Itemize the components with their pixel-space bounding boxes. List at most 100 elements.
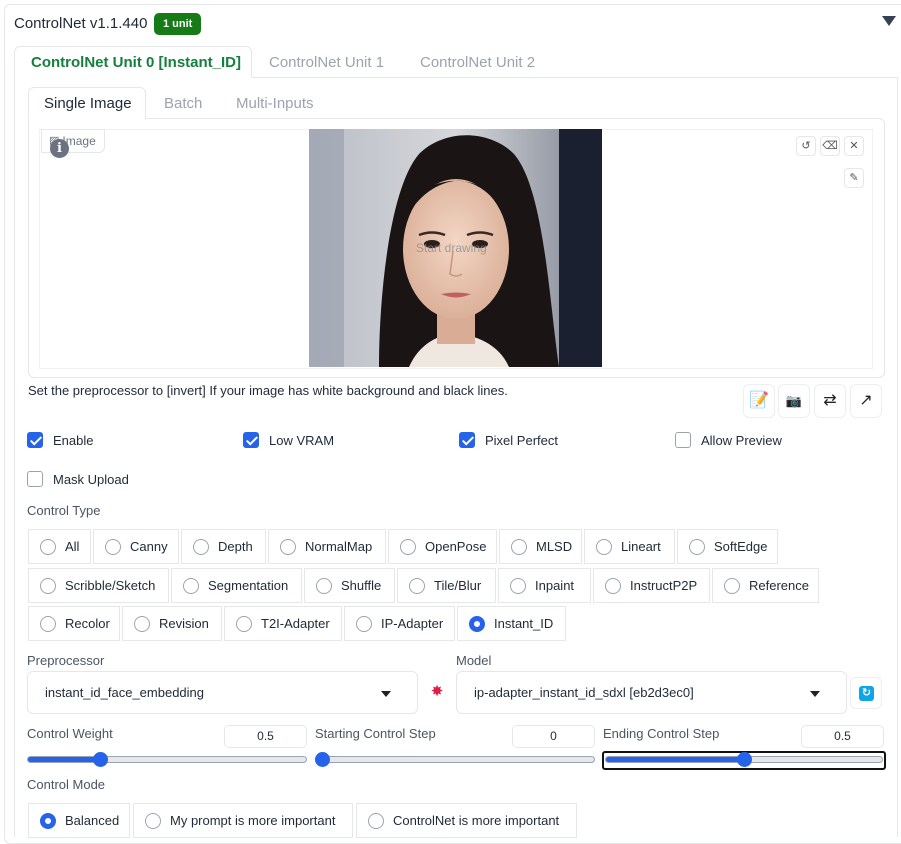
option-label: Recolor xyxy=(65,616,110,631)
preprocessor-label: Preprocessor xyxy=(27,653,105,668)
camera-icon[interactable]: 📷 xyxy=(778,384,810,418)
radio[interactable] xyxy=(40,538,56,555)
close-icon[interactable]: ✕ xyxy=(844,136,864,156)
enable-checkbox[interactable]: Enable xyxy=(27,432,93,448)
radio[interactable] xyxy=(605,577,621,594)
enable-label: Enable xyxy=(53,432,94,448)
chevron-down-icon xyxy=(381,691,391,697)
radio[interactable] xyxy=(511,538,527,555)
starting-step-input[interactable]: 0 xyxy=(512,725,595,748)
control-mode-balanced[interactable]: Balanced xyxy=(28,803,130,838)
option-label: Depth xyxy=(218,539,253,554)
control-type-tile-blur[interactable]: Tile/Blur xyxy=(397,568,496,603)
radio[interactable] xyxy=(280,538,296,555)
radio[interactable] xyxy=(689,538,705,555)
radio-selected[interactable] xyxy=(469,615,485,632)
tab-single-image-label[interactable]: Single Image xyxy=(44,95,132,112)
control-type-softedge[interactable]: SoftEdge xyxy=(677,529,778,564)
radio[interactable] xyxy=(105,538,121,555)
option-label: Inpaint xyxy=(535,578,575,593)
control-weight-thumb[interactable] xyxy=(93,752,108,767)
radio[interactable] xyxy=(193,538,209,555)
undo-icon[interactable]: ↺ xyxy=(796,136,816,156)
info-icon[interactable]: i xyxy=(50,139,69,158)
ending-step-input[interactable]: 0.5 xyxy=(801,725,884,748)
control-type-segmentation[interactable]: Segmentation xyxy=(171,568,302,603)
option-label: IP-Adapter xyxy=(381,616,444,631)
radio[interactable] xyxy=(40,615,56,632)
tab-batch[interactable]: Batch xyxy=(164,95,202,112)
slider-fill xyxy=(28,757,101,762)
radio[interactable] xyxy=(400,538,416,555)
radio[interactable] xyxy=(134,615,150,632)
low-vram-check[interactable] xyxy=(243,432,259,448)
control-type-depth[interactable]: Depth xyxy=(181,529,266,564)
control-type-recolor[interactable]: Recolor xyxy=(28,606,120,641)
control-weight-slider[interactable] xyxy=(27,756,307,763)
radio[interactable] xyxy=(724,577,740,594)
ending-step-thumb[interactable] xyxy=(737,752,752,767)
radio[interactable] xyxy=(145,812,161,829)
model-label: Model xyxy=(456,653,492,668)
control-mode-controlnet[interactable]: ControlNet is more important xyxy=(356,803,577,838)
tab-unit-2[interactable]: ControlNet Unit 2 xyxy=(420,54,535,71)
model-dropdown[interactable]: ip-adapter_instant_id_sdxl [eb2d3ec0] xyxy=(456,671,847,714)
tab-unit-1[interactable]: ControlNet Unit 1 xyxy=(269,54,384,71)
preprocessor-dropdown[interactable]: instant_id_face_embedding xyxy=(27,671,418,714)
radio[interactable] xyxy=(356,615,372,632)
enable-check[interactable] xyxy=(27,432,43,448)
radio[interactable] xyxy=(236,615,252,632)
edit-image-icon[interactable]: 📝 xyxy=(743,384,775,418)
collapse-triangle-icon[interactable] xyxy=(882,16,896,26)
control-type-ip-adapter[interactable]: IP-Adapter xyxy=(344,606,455,641)
radio[interactable] xyxy=(596,538,612,555)
send-dimensions-icon[interactable]: ↗ xyxy=(850,384,882,418)
allow-preview-check[interactable] xyxy=(675,432,691,448)
control-type-reference[interactable]: Reference xyxy=(712,568,819,603)
mask-upload-check[interactable] xyxy=(27,471,43,487)
control-type-inpaint[interactable]: Inpaint xyxy=(498,568,591,603)
radio[interactable] xyxy=(183,577,199,594)
radio[interactable] xyxy=(510,577,526,594)
starting-step-thumb[interactable] xyxy=(315,752,330,767)
control-mode-prompt[interactable]: My prompt is more important xyxy=(133,803,353,838)
allow-preview-label: Allow Preview xyxy=(701,432,782,448)
allow-preview-checkbox[interactable]: Allow Preview xyxy=(675,432,782,448)
control-type-t2i-adapter[interactable]: T2I-Adapter xyxy=(224,606,342,641)
radio[interactable] xyxy=(409,577,425,594)
mask-upload-checkbox[interactable]: Mask Upload xyxy=(27,471,129,487)
control-type-instant-id[interactable]: Instant_ID xyxy=(457,606,566,641)
option-label: Balanced xyxy=(65,813,120,828)
pixel-perfect-checkbox[interactable]: Pixel Perfect xyxy=(459,432,558,448)
tab-multi-inputs[interactable]: Multi-Inputs xyxy=(236,95,314,112)
control-type-normalmap[interactable]: NormalMap xyxy=(268,529,386,564)
control-type-canny[interactable]: Canny xyxy=(93,529,179,564)
radio[interactable] xyxy=(368,812,384,829)
control-type-revision[interactable]: Revision xyxy=(122,606,222,641)
brush-icon[interactable]: ✎ xyxy=(844,168,864,188)
control-weight-input[interactable]: 0.5 xyxy=(224,725,307,748)
refresh-models-button[interactable]: ↻ xyxy=(850,677,882,709)
radio[interactable] xyxy=(40,577,56,594)
control-type-lineart[interactable]: Lineart xyxy=(584,529,675,564)
option-label: Segmentation xyxy=(208,578,289,593)
starting-step-slider[interactable] xyxy=(315,756,595,763)
control-type-scribble[interactable]: Scribble/Sketch xyxy=(28,568,169,603)
low-vram-checkbox[interactable]: Low VRAM xyxy=(243,432,334,448)
option-label: Canny xyxy=(130,539,168,554)
erase-icon[interactable]: ⌫ xyxy=(820,136,840,156)
option-label: Tile/Blur xyxy=(434,578,482,593)
explode-preprocessor-icon[interactable]: ✸ xyxy=(428,683,446,701)
option-label: My prompt is more important xyxy=(170,813,336,828)
radio-selected[interactable] xyxy=(40,812,56,829)
swap-icon[interactable]: ⇄ xyxy=(814,384,846,418)
radio[interactable] xyxy=(316,577,332,594)
option-label: NormalMap xyxy=(305,539,373,554)
control-type-openpose[interactable]: OpenPose xyxy=(388,529,497,564)
control-type-all[interactable]: All xyxy=(28,529,91,564)
tab-unit-0-label[interactable]: ControlNet Unit 0 [Instant_ID] xyxy=(31,54,241,71)
pixel-perfect-check[interactable] xyxy=(459,432,475,448)
control-type-shuffle[interactable]: Shuffle xyxy=(304,568,395,603)
control-type-instructp2p[interactable]: InstructP2P xyxy=(593,568,710,603)
control-type-mlsd[interactable]: MLSD xyxy=(499,529,582,564)
